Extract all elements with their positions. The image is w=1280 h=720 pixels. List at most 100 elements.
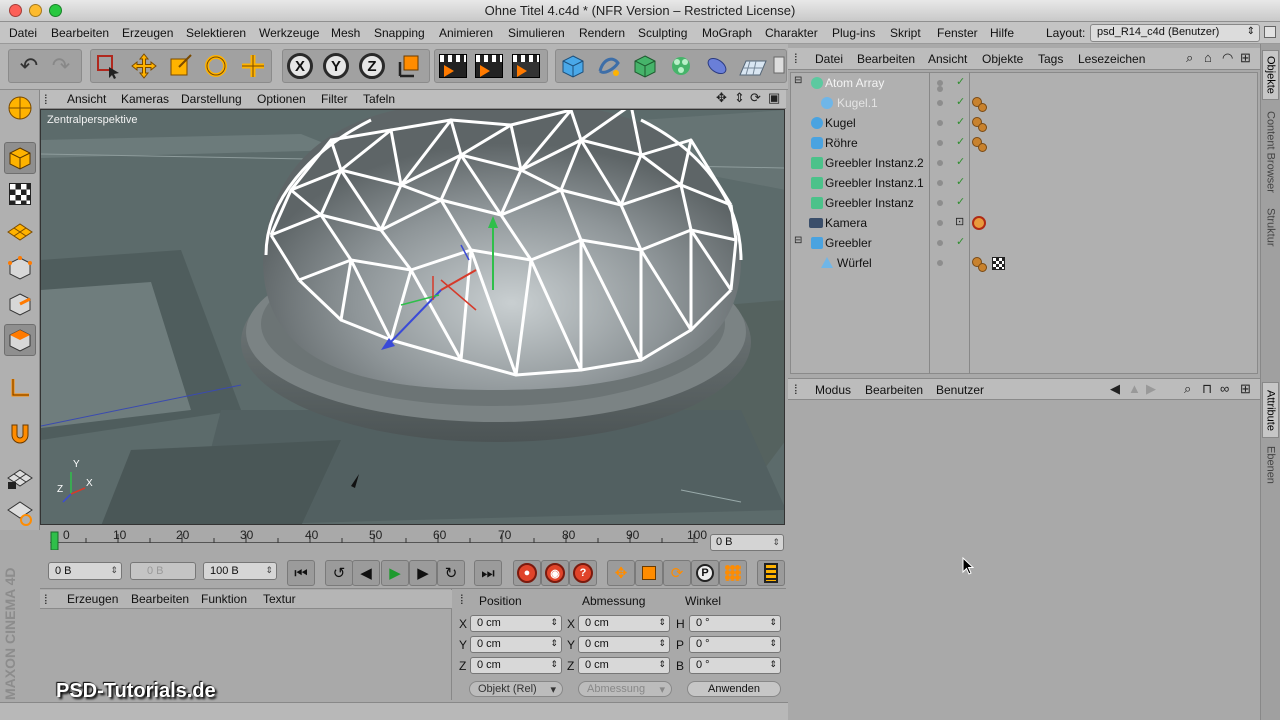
3d-viewport[interactable]: Zentralperspektive Y X Z <box>40 109 785 525</box>
size-mode-dropdown[interactable]: Abmessung ▾ <box>578 681 672 697</box>
viewport-menu-kameras[interactable]: Kameras <box>121 92 169 106</box>
enabled-check-icon[interactable]: ✓ <box>956 135 965 148</box>
object-name[interactable]: Kugel.1 <box>837 96 878 110</box>
menu-datei[interactable]: Datei <box>9 26 37 40</box>
viewport-maximize-icon[interactable]: ▣ <box>768 90 780 106</box>
object-name[interactable]: Greebler <box>825 236 872 250</box>
menu-rendern[interactable]: Rendern <box>579 26 625 40</box>
viewport-menu-ansicht[interactable]: Ansicht <box>67 92 106 106</box>
edge-mode-icon[interactable] <box>4 288 36 320</box>
subdivision-surface-icon[interactable] <box>629 49 661 83</box>
grid-snap-icon[interactable] <box>4 496 36 528</box>
lock-icon[interactable]: ⊓ <box>1202 381 1212 397</box>
menu-hilfe[interactable]: Hilfe <box>990 26 1014 40</box>
attributes-manager[interactable] <box>788 400 1260 720</box>
menu-charakter[interactable]: Charakter <box>765 26 818 40</box>
menu-animieren[interactable]: Animieren <box>439 26 493 40</box>
viewport-menu-filter[interactable]: Filter <box>321 92 348 106</box>
menu-bearbeiten[interactable]: Bearbeiten <box>51 26 109 40</box>
model-mode-icon[interactable] <box>4 92 36 124</box>
material-menu-funktion[interactable]: Funktion <box>201 592 247 606</box>
search-icon[interactable]: ⌕ <box>1186 50 1193 66</box>
back-arrow-icon[interactable]: ◀ <box>1110 381 1120 397</box>
timeline[interactable]: 0 10 20 30 40 50 60 70 80 90 100 <box>40 528 786 554</box>
floor-object-icon[interactable] <box>737 49 769 83</box>
object-row-greebler-instanz-2[interactable]: Greebler Instanz.2 ✓ <box>791 153 1257 173</box>
om-menu-lesezeichen[interactable]: Lesezeichen <box>1078 52 1145 66</box>
viewport-rotate-icon[interactable]: ⟳ <box>750 90 761 106</box>
object-row-atom-array[interactable]: ⊟ Atom Array ✓ <box>791 73 1257 93</box>
object-name[interactable]: Atom Array <box>825 76 884 90</box>
menu-plug-ins[interactable]: Plug-ins <box>832 26 875 40</box>
camera-target-icon[interactable]: ⊡ <box>955 215 964 228</box>
record-position-button[interactable]: ✥ <box>607 560 635 586</box>
keyframe-selection-button[interactable]: ? <box>569 560 597 586</box>
object-row-greebler-instanz[interactable]: Greebler Instanz ✓ <box>791 193 1257 213</box>
record-rotation-button[interactable]: ⟳ <box>663 560 691 586</box>
record-active-button[interactable]: ● <box>513 560 541 586</box>
object-name[interactable]: Röhre <box>825 136 858 150</box>
enabled-check-icon[interactable]: ✓ <box>956 175 965 188</box>
scale-tool-icon[interactable] <box>164 49 196 83</box>
render-view-icon[interactable] <box>437 49 469 83</box>
move-tool-icon[interactable] <box>128 49 160 83</box>
z-axis-lock-icon[interactable]: Z <box>356 49 388 83</box>
go-to-start-button[interactable]: ⏮ <box>287 560 315 586</box>
tab-ebenen[interactable]: Ebenen <box>1262 442 1279 488</box>
menu-simulieren[interactable]: Simulieren <box>508 26 565 40</box>
coordinate-panel-grip-icon[interactable]: ⁞ <box>460 592 464 607</box>
menu-werkzeuge[interactable]: Werkzeuge <box>259 26 319 40</box>
collapse-icon[interactable]: ⊟ <box>794 235 802 246</box>
undo-icon[interactable]: ↶ <box>13 53 45 79</box>
enabled-check-icon[interactable]: ✓ <box>956 95 965 108</box>
object-name[interactable]: Würfel <box>837 256 872 270</box>
size-z-field[interactable]: 0 cm <box>578 657 670 674</box>
new-panel-icon[interactable]: ⊞ <box>1240 381 1251 397</box>
snap-magnet-icon[interactable] <box>4 416 36 448</box>
visibility-editor-icon[interactable] <box>937 160 943 166</box>
viewport-zoom-icon[interactable]: ⇕ <box>734 90 745 106</box>
menu-snapping[interactable]: Snapping <box>374 26 425 40</box>
object-name[interactable]: Greebler Instanz.2 <box>825 156 924 170</box>
viewport-menu-tafeln[interactable]: Tafeln <box>363 92 395 106</box>
menu-selektieren[interactable]: Selektieren <box>186 26 246 40</box>
object-row-kugel[interactable]: Kugel ✓ <box>791 113 1257 133</box>
light-object-icon[interactable] <box>772 49 786 83</box>
size-x-field[interactable]: 0 cm <box>578 615 670 632</box>
texture-mode-icon[interactable] <box>4 178 36 210</box>
am-menu-bearbeiten[interactable]: Bearbeiten <box>865 383 923 397</box>
menu-sculpting[interactable]: Sculpting <box>638 26 687 40</box>
object-name[interactable]: Kugel <box>825 116 856 130</box>
om-menu-ansicht[interactable]: Ansicht <box>928 52 967 66</box>
visibility-editor-icon[interactable] <box>937 180 943 186</box>
link-icon[interactable]: ∞ <box>1220 381 1229 396</box>
object-row-greebler[interactable]: ⊟ Greebler ✓ <box>791 233 1257 253</box>
layout-select[interactable]: psd_R14_c4d (Benutzer) <box>1090 24 1260 42</box>
eye-icon[interactable]: ◠ <box>1222 50 1233 66</box>
om-menu-tags[interactable]: Tags <box>1038 52 1063 66</box>
render-settings-icon[interactable] <box>510 49 542 83</box>
next-frame-button[interactable]: ▶ <box>409 560 437 586</box>
coordinate-mode-dropdown[interactable]: Objekt (Rel) ▾ <box>469 681 563 697</box>
record-point-level-button[interactable] <box>719 560 747 586</box>
new-panel-icon[interactable]: ⊞ <box>1240 50 1251 66</box>
viewport-menu-darstellung[interactable]: Darstellung <box>181 92 242 106</box>
rot-b-field[interactable]: 0 ° <box>689 657 781 674</box>
record-scale-button[interactable] <box>635 560 663 586</box>
visibility-editor-icon[interactable] <box>937 120 943 126</box>
axis-mode-icon[interactable] <box>4 372 36 404</box>
rotate-tool-icon[interactable] <box>200 49 232 83</box>
menu-mesh[interactable]: Mesh <box>331 26 360 40</box>
cloner-icon[interactable] <box>665 49 697 83</box>
object-row-roehre[interactable]: Röhre ✓ <box>791 133 1257 153</box>
object-mode-icon[interactable] <box>4 142 36 174</box>
current-frame-field[interactable]: 0 B <box>710 534 784 551</box>
timeline-window-button[interactable] <box>757 560 785 586</box>
go-to-end-button[interactable]: ⏭ <box>474 560 502 586</box>
om-menu-objekte[interactable]: Objekte <box>982 52 1023 66</box>
am-menu-modus[interactable]: Modus <box>815 383 851 397</box>
workplane-lock-icon[interactable] <box>4 460 36 492</box>
point-mode-icon[interactable] <box>4 252 36 284</box>
start-frame-field[interactable]: 0 B <box>48 562 122 580</box>
visibility-editor-icon[interactable] <box>937 220 943 226</box>
